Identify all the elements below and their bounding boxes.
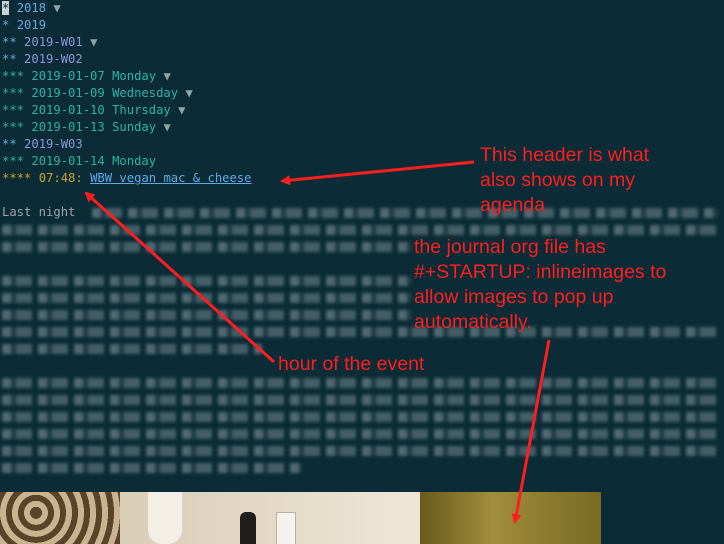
- annotation-hour: hour of the event: [278, 353, 425, 375]
- annotation-startup: the journal org file has #+STARTUP: inli…: [414, 236, 667, 333]
- arrow-to-hour: [84, 191, 276, 364]
- annotation-header: This header is what also shows on my age…: [480, 144, 650, 216]
- arrow-to-header: [280, 160, 475, 186]
- arrow-to-image: [511, 339, 551, 524]
